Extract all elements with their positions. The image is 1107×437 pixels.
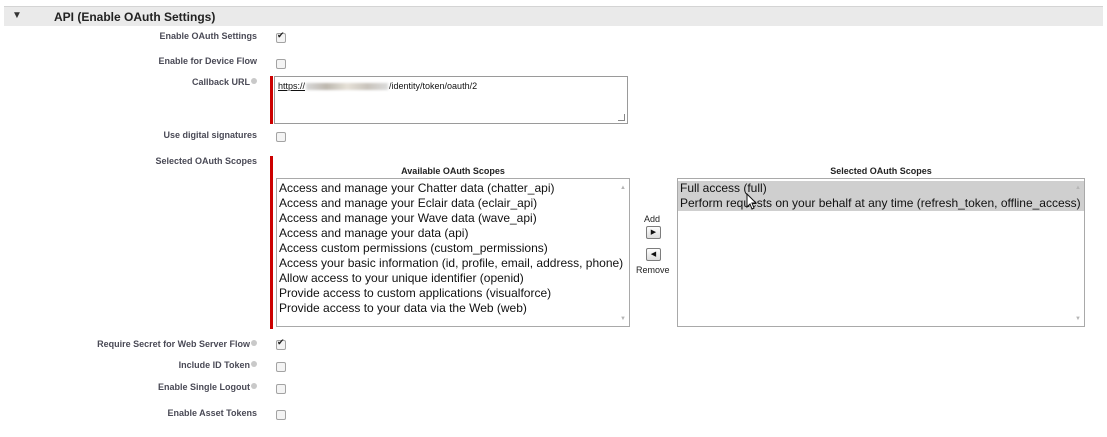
scope-option[interactable]: Provide access to custom applications (v… [277, 286, 629, 301]
single-logout-label: Enable Single Logout [158, 382, 257, 392]
info-icon[interactable] [251, 78, 257, 84]
remove-label: Remove [636, 265, 670, 275]
remove-button[interactable]: ◀ [646, 248, 661, 261]
scroll-up-icon[interactable]: ▲ [620, 185, 626, 191]
single-logout-checkbox[interactable] [276, 384, 286, 394]
callback-url-prefix: https:// [278, 81, 306, 91]
oauth-scopes-label: Selected OAuth Scopes [155, 156, 257, 166]
mouse-cursor-icon [746, 193, 758, 210]
available-scopes-title: Available OAuth Scopes [401, 166, 505, 176]
scope-option[interactable]: Allow access to your unique identifier (… [277, 271, 629, 286]
info-icon[interactable] [251, 340, 257, 346]
section-title: API (Enable OAuth Settings) [54, 10, 216, 24]
scope-option[interactable]: Access custom permissions (custom_permis… [277, 241, 629, 256]
scope-option[interactable]: Access your basic information (id, profi… [277, 256, 629, 271]
arrow-left-icon: ◀ [650, 251, 657, 258]
require-secret-checkbox[interactable] [276, 338, 286, 350]
section-header-api[interactable]: ▼ API (Enable OAuth Settings) [4, 6, 1103, 26]
asset-tokens-label: Enable Asset Tokens [167, 408, 257, 418]
scroll-down-icon[interactable]: ▼ [620, 316, 626, 322]
redacted-host [306, 83, 389, 90]
scope-option[interactable]: Provide access to your data via the Web … [277, 301, 629, 316]
enable-oauth-checkbox[interactable] [276, 31, 286, 43]
scope-option[interactable]: Access and manage your Wave data (wave_a… [277, 211, 629, 226]
required-indicator [270, 76, 273, 124]
required-indicator [270, 156, 273, 329]
add-label: Add [644, 214, 661, 224]
digital-signatures-checkbox[interactable] [276, 132, 286, 142]
digital-signatures-label: Use digital signatures [163, 130, 257, 140]
asset-tokens-checkbox[interactable] [276, 410, 286, 420]
include-id-token-checkbox[interactable] [276, 362, 286, 372]
scroll-up-icon[interactable]: ▲ [1075, 185, 1081, 191]
info-icon[interactable] [251, 383, 257, 389]
scope-option[interactable]: Access and manage your Eclair data (ecla… [277, 196, 629, 211]
available-scopes-list[interactable]: Access and manage your Chatter data (cha… [276, 178, 630, 327]
add-button[interactable]: ▶ [646, 226, 661, 239]
resize-grip-icon[interactable] [618, 114, 625, 121]
scope-option[interactable]: Perform requests on your behalf at any t… [678, 196, 1084, 211]
callback-url-label: Callback URL [192, 77, 257, 87]
callback-url-suffix: /identity/token/oauth/2 [389, 81, 478, 91]
device-flow-checkbox[interactable] [276, 59, 286, 69]
info-icon[interactable] [251, 361, 257, 367]
arrow-right-icon: ▶ [650, 229, 657, 236]
device-flow-label: Enable for Device Flow [158, 56, 257, 66]
scope-option[interactable]: Access and manage your Chatter data (cha… [277, 181, 629, 196]
scroll-down-icon[interactable]: ▼ [1075, 316, 1081, 322]
require-secret-label: Require Secret for Web Server Flow [97, 339, 257, 349]
triangle-down-icon[interactable]: ▼ [12, 10, 22, 21]
callback-url-textarea[interactable]: https:// /identity/token/oauth/2 [274, 76, 628, 124]
enable-oauth-label: Enable OAuth Settings [159, 31, 257, 41]
scope-option[interactable]: Access and manage your data (api) [277, 226, 629, 241]
selected-scopes-title: Selected OAuth Scopes [830, 166, 932, 176]
include-id-token-label: Include ID Token [179, 360, 257, 370]
scope-option[interactable]: Full access (full) [678, 181, 1084, 196]
selected-scopes-list[interactable]: Full access (full) Perform requests on yo… [677, 178, 1085, 327]
